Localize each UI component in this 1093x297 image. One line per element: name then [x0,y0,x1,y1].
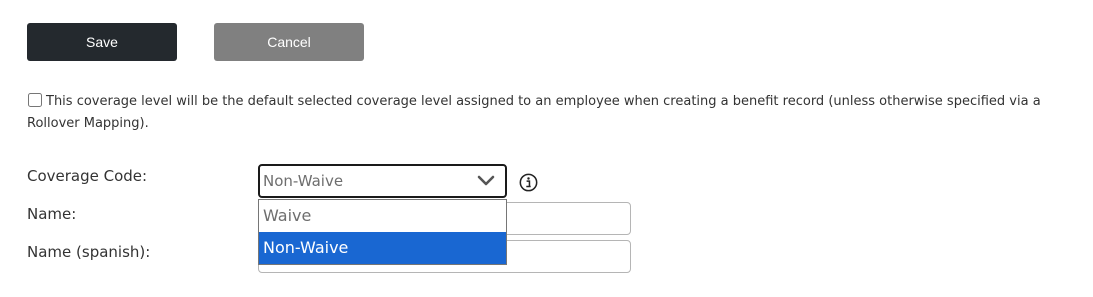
coverage-code-label: Coverage Code: [27,167,148,185]
coverage-code-options: Waive Non-Waive [258,199,507,265]
option-waive[interactable]: Waive [259,200,506,232]
cancel-button[interactable]: Cancel [214,23,364,61]
default-coverage-option: This coverage level will be the default … [27,91,1087,135]
coverage-code-select[interactable]: Non-Waive [258,164,507,198]
option-non-waive[interactable]: Non-Waive [259,232,506,264]
info-circle-icon[interactable] [519,173,538,192]
name-spanish-label: Name (spanish): [27,243,151,261]
default-coverage-text: This coverage level will be the default … [27,94,1041,131]
name-label: Name: [27,205,77,223]
default-coverage-checkbox[interactable] [28,93,42,107]
chevron-down-icon [477,175,495,186]
save-button[interactable]: Save [27,23,177,61]
coverage-code-selected-value: Non-Waive [263,172,344,190]
